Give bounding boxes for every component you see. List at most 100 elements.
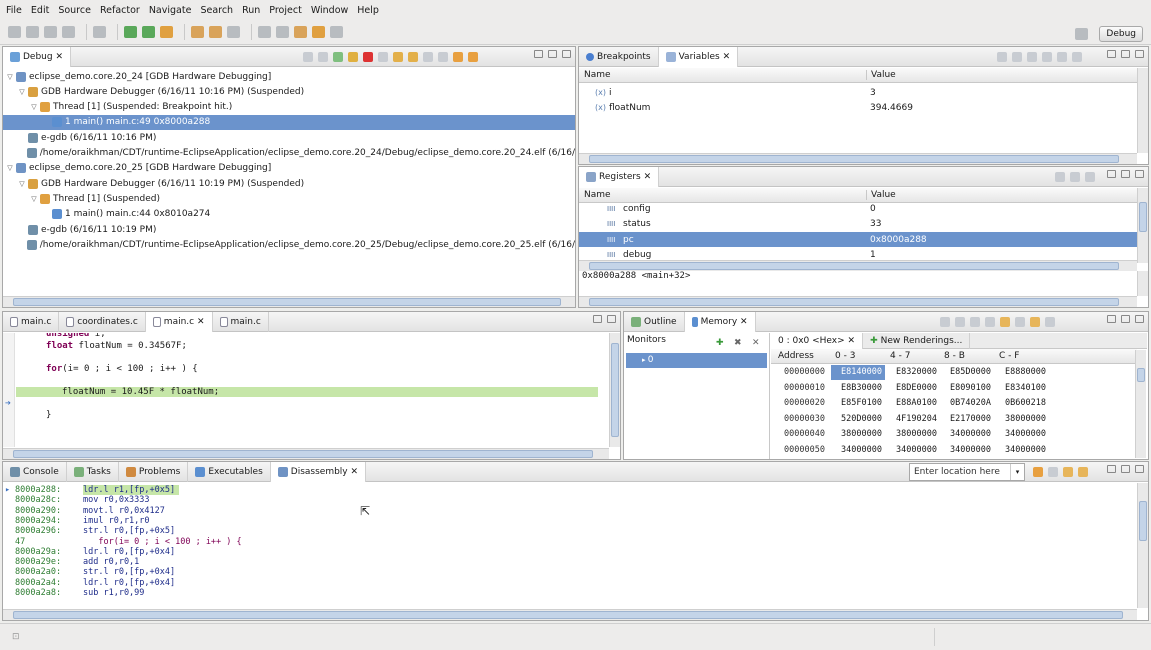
- link-with-debug-icon[interactable]: [1063, 467, 1073, 477]
- memory-cell[interactable]: 4F190204: [886, 412, 940, 427]
- vertical-scrollbar[interactable]: [609, 333, 620, 447]
- memory-cell[interactable]: 34000000: [940, 427, 994, 442]
- scrollbar-thumb[interactable]: [1137, 368, 1145, 382]
- maximize-icon[interactable]: [1135, 50, 1144, 58]
- scrollbar-thumb[interactable]: [611, 343, 619, 437]
- detail-scrollbar[interactable]: [1137, 271, 1148, 296]
- disassembly-line[interactable]: 8000a2a0: str.l r0,[fp,+0x4]: [3, 567, 1123, 577]
- memory-cell[interactable]: E8140000: [831, 365, 885, 380]
- tab-memory[interactable]: Memory ✕: [684, 311, 756, 332]
- menu-item-source[interactable]: Source: [58, 5, 91, 16]
- tab-outline[interactable]: Outline: [624, 311, 685, 332]
- tab-console[interactable]: Console: [3, 461, 67, 482]
- column-value[interactable]: Value: [866, 70, 896, 80]
- disassembly-line[interactable]: 8000a290: movt.l r0,0x4127: [3, 506, 1123, 516]
- scrollbar-thumb[interactable]: [13, 450, 593, 458]
- export-icon[interactable]: [970, 317, 980, 327]
- memory-column-1[interactable]: 0 - 3: [835, 351, 855, 361]
- memory-cell[interactable]: E8090100: [940, 381, 994, 396]
- view-menu-icon[interactable]: [1107, 50, 1116, 58]
- memory-column-3[interactable]: 8 - B: [944, 351, 965, 361]
- horizontal-scrollbar[interactable]: [579, 260, 1137, 271]
- variable-row[interactable]: (x) i 3: [579, 85, 1137, 100]
- monitor-item[interactable]: ▸ 0: [626, 353, 767, 368]
- tab-hex-rendering[interactable]: 0 : 0x0 <Hex> ✕: [771, 332, 864, 349]
- tab-new-renderings[interactable]: ✚ New Renderings...: [863, 332, 971, 349]
- location-input[interactable]: Enter location here ▾: [909, 463, 1025, 481]
- memory-cell[interactable]: E8DE0000: [886, 381, 940, 396]
- search-icon[interactable]: [227, 26, 240, 38]
- step-over-icon[interactable]: [408, 52, 418, 62]
- chevron-down-icon[interactable]: ▾: [1010, 464, 1024, 480]
- variable-value[interactable]: 3: [870, 88, 876, 98]
- build-icon[interactable]: [93, 26, 106, 38]
- memory-cell[interactable]: E88A0100: [886, 396, 940, 411]
- scrollbar-thumb[interactable]: [589, 298, 1119, 306]
- terminate-icon[interactable]: [363, 52, 373, 62]
- add-monitor-icon[interactable]: ✚: [716, 338, 724, 348]
- debug-tree-item[interactable]: ▽ eclipse_demo.core.20_24 [GDB Hardware D…: [3, 69, 575, 84]
- tab-variables[interactable]: Variables ✕: [658, 46, 739, 67]
- disassembly-line[interactable]: 47 for(i= 0 ; i < 100 ; i++ ) {: [3, 537, 1123, 547]
- column-value[interactable]: Value: [866, 190, 896, 200]
- next-annotation-icon[interactable]: [276, 26, 289, 38]
- debug-tree-item[interactable]: ▽ eclipse_demo.core.20_25 [GDB Hardware D…: [3, 161, 575, 176]
- scrollbar-thumb[interactable]: [13, 611, 1123, 619]
- disconnect-icon[interactable]: [378, 52, 388, 62]
- debug-tree-item[interactable]: ▽ GDB Hardware Debugger (6/16/11 10:16 PM…: [3, 84, 575, 99]
- scrollbar-thumb[interactable]: [589, 155, 1119, 163]
- switch-icon[interactable]: [1045, 317, 1055, 327]
- show-type-icon[interactable]: [997, 52, 1007, 62]
- external-tools-icon[interactable]: [160, 26, 173, 38]
- debug-tree-item[interactable]: ▽ Thread [1] (Suspended: Breakpoint hit.): [3, 100, 575, 115]
- column-name[interactable]: Name: [584, 190, 611, 200]
- layout-icon[interactable]: [1085, 172, 1095, 182]
- show-type-icon[interactable]: [1055, 172, 1065, 182]
- menu-item-project[interactable]: Project: [269, 5, 302, 16]
- tab-problems[interactable]: Problems: [119, 461, 189, 482]
- tab-editor-file[interactable]: main.c: [3, 311, 60, 332]
- vertical-scrollbar[interactable]: [1137, 68, 1148, 153]
- debug-perspective-button[interactable]: Debug: [1099, 25, 1143, 42]
- memory-column-2[interactable]: 4 - 7: [890, 351, 910, 361]
- new-tab-icon[interactable]: [940, 317, 950, 327]
- memory-cell[interactable]: E2170000: [940, 412, 994, 427]
- memory-cell[interactable]: 0B600218: [995, 396, 1049, 411]
- step-return-icon[interactable]: [423, 52, 433, 62]
- scrollbar-thumb[interactable]: [1139, 202, 1147, 232]
- collapse-all-icon[interactable]: [1070, 172, 1080, 182]
- tab-registers[interactable]: Registers ✕: [579, 166, 660, 187]
- scrollbar-thumb[interactable]: [13, 298, 561, 306]
- menu-item-edit[interactable]: Edit: [31, 5, 49, 16]
- tab-executables[interactable]: Executables: [188, 461, 271, 482]
- maximize-icon[interactable]: [607, 315, 616, 323]
- expand-twisty-icon[interactable]: ▽: [6, 73, 14, 81]
- find-icon[interactable]: [985, 317, 995, 327]
- new-folder-icon[interactable]: [209, 26, 222, 38]
- show-source-icon[interactable]: [1078, 467, 1088, 477]
- memory-column-4[interactable]: C - F: [999, 351, 1019, 361]
- menu-item-window[interactable]: Window: [311, 5, 348, 16]
- menu-item-run[interactable]: Run: [242, 5, 260, 16]
- use-step-filters-icon[interactable]: [468, 52, 478, 62]
- disassembly-line[interactable]: ▸ 8000a288: ldr.l r1,[fp,+0x5]: [3, 485, 1123, 495]
- remove-all-monitors-icon[interactable]: ✕: [752, 338, 760, 348]
- fast-view-icon[interactable]: ⊡: [12, 632, 20, 642]
- menu-item-navigate[interactable]: Navigate: [149, 5, 192, 16]
- refresh-icon[interactable]: [1033, 467, 1043, 477]
- memory-column-0[interactable]: Address: [778, 351, 814, 361]
- tab-editor-file[interactable]: main.c: [213, 311, 269, 332]
- minimize-icon[interactable]: [1121, 315, 1130, 323]
- maximize-icon[interactable]: [562, 50, 571, 58]
- drop-frame-icon[interactable]: [438, 52, 448, 62]
- disassembly-line[interactable]: 8000a29a: ldr.l r0,[fp,+0x4]: [3, 547, 1123, 557]
- memory-cell[interactable]: 520D0000: [831, 412, 885, 427]
- open-perspective-icon[interactable]: [1075, 27, 1089, 40]
- minimize-icon[interactable]: [593, 315, 602, 323]
- tab-tasks[interactable]: Tasks: [67, 461, 119, 482]
- remove-monitor-icon[interactable]: ✖: [734, 338, 742, 348]
- horizontal-scrollbar[interactable]: [579, 153, 1137, 164]
- tab-disassembly[interactable]: Disassembly ✕: [270, 461, 367, 482]
- prev-annotation-icon[interactable]: [294, 26, 307, 38]
- expand-twisty-icon[interactable]: ▽: [18, 180, 26, 188]
